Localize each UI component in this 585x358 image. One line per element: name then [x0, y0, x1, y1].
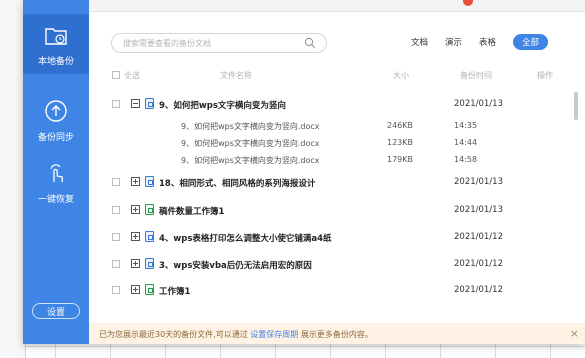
table-row[interactable]: 稿件数量工作簿1 2021/01/13 — [89, 202, 585, 220]
filter-all[interactable]: 全部 — [513, 34, 549, 50]
excel-doc-icon — [145, 284, 154, 295]
group-date: 2021/01/12 — [454, 232, 503, 242]
group-name: 3、wps安装vba后仍无法启用宏的原因 — [159, 261, 312, 271]
sidebar-item-local-backup[interactable]: 本地备份 — [23, 14, 89, 74]
settings-button[interactable]: 设置 — [32, 303, 80, 319]
search-input[interactable]: 搜索需要查看的备份文档 — [111, 33, 327, 53]
file-row[interactable]: 9、如何把wps文字横向变为竖向.docx 123KB 14:44 — [89, 136, 585, 150]
word-doc-icon — [145, 258, 154, 269]
group-name: 4、wps表格打印怎么调整大小使它铺满a4纸 — [159, 234, 332, 244]
group-name: 稿件数量工作簿1 — [159, 207, 225, 217]
group-date: 2021/01/12 — [454, 259, 503, 269]
notice-text: 已为您展示最近30天的备份文件,可以通过 设置保存周期 展示更多备份内容。 — [99, 329, 373, 340]
expand-toggle[interactable] — [131, 232, 140, 241]
sidebar-item-label: 本地备份 — [37, 56, 74, 67]
main-panel: 搜索需要查看的备份文档 文档 演示 表格 全部 全选 文件名称 大小 备份时间 … — [89, 12, 585, 344]
folder-clock-icon — [45, 27, 67, 45]
word-doc-icon — [145, 176, 154, 187]
group-date: 2021/01/13 — [454, 205, 503, 215]
filter-group: 文档 演示 表格 全部 — [411, 34, 549, 50]
row-checkbox[interactable] — [112, 100, 120, 108]
file-time: 14:44 — [454, 138, 478, 147]
group-date: 2021/01/13 — [454, 99, 503, 109]
file-name: 9、如何把wps文字横向变为竖向.docx — [181, 122, 320, 131]
file-size: 246KB — [387, 121, 414, 130]
row-checkbox[interactable] — [112, 260, 120, 268]
close-icon[interactable]: × — [570, 327, 579, 340]
file-time: 14:58 — [454, 155, 478, 164]
header-backup-time: 备份时间 — [460, 71, 492, 80]
group-name: 18、相同形式、相同风格的系列海报设计 — [159, 179, 316, 189]
sidebar-item-one-click-restore[interactable]: 一键恢复 — [23, 152, 89, 212]
word-doc-icon — [145, 98, 154, 109]
hand-tap-icon — [50, 163, 63, 182]
header-action: 操作 — [537, 71, 553, 80]
sidebar-item-label: 备份同步 — [37, 132, 74, 143]
row-checkbox[interactable] — [112, 178, 120, 186]
notice-suffix: 展示更多备份内容。 — [300, 330, 373, 339]
file-time: 14:35 — [454, 121, 478, 130]
table-row[interactable]: 18、相同形式、相同风格的系列海报设计 2021/01/13 — [89, 174, 585, 192]
filter-presentation[interactable]: 演示 — [445, 36, 462, 48]
expand-toggle[interactable] — [131, 205, 140, 214]
filter-document[interactable]: 文档 — [411, 36, 428, 48]
dialog-top-strip — [23, 0, 585, 12]
row-checkbox[interactable] — [112, 233, 120, 241]
table-row[interactable]: 3、wps安装vba后仍无法启用宏的原因 2021/01/12 — [89, 256, 585, 274]
row-checkbox[interactable] — [112, 286, 120, 294]
table-header: 全选 文件名称 大小 备份时间 操作 — [89, 70, 585, 84]
file-name: 9、如何把wps文字横向变为竖向.docx — [181, 139, 320, 148]
header-select-all: 全选 — [124, 71, 140, 80]
group-name: 9、如何把wps文字横向变为竖向 — [159, 101, 286, 111]
file-row[interactable]: 9、如何把wps文字横向变为竖向.docx 179KB 14:58 — [89, 153, 585, 167]
search-icon[interactable] — [304, 37, 316, 49]
sidebar-item-label: 一键恢复 — [37, 194, 74, 205]
sidebar: 本地备份 备份同步 一键恢复 设置 — [23, 0, 89, 344]
table-row[interactable]: 4、wps表格打印怎么调整大小使它铺满a4纸 2021/01/12 — [89, 229, 585, 247]
table-row[interactable]: 9、如何把wps文字横向变为竖向 2021/01/13 — [89, 96, 585, 114]
expand-toggle[interactable] — [131, 259, 140, 268]
sidebar-item-backup-sync[interactable]: 备份同步 — [23, 90, 89, 150]
file-size: 123KB — [387, 138, 414, 147]
set-retention-link[interactable]: 设置保存周期 — [250, 330, 298, 339]
table-row[interactable]: 工作簿1 2021/01/12 — [89, 282, 585, 300]
file-row[interactable]: 9、如何把wps文字横向变为竖向.docx 246KB 14:35 — [89, 119, 585, 133]
word-doc-icon — [145, 231, 154, 242]
header-size: 大小 — [393, 71, 409, 80]
filter-spreadsheet[interactable]: 表格 — [479, 36, 496, 48]
notification-badge — [463, 0, 473, 6]
file-name: 9、如何把wps文字横向变为竖向.docx — [181, 156, 320, 165]
cloud-upload-icon — [45, 99, 67, 122]
scrollbar-thumb[interactable] — [574, 92, 578, 120]
notice-prefix: 已为您展示最近30天的备份文件,可以通过 — [99, 330, 248, 339]
group-date: 2021/01/12 — [454, 285, 503, 295]
group-date: 2021/01/13 — [454, 177, 503, 187]
header-file-name: 文件名称 — [220, 71, 252, 80]
notice-bar: 已为您展示最近30天的备份文件,可以通过 设置保存周期 展示更多备份内容。 × — [89, 323, 585, 344]
collapse-toggle[interactable] — [131, 99, 140, 108]
group-name: 工作簿1 — [159, 287, 191, 297]
select-all-checkbox[interactable] — [112, 71, 120, 79]
row-checkbox[interactable] — [112, 206, 120, 214]
excel-doc-icon — [145, 204, 154, 215]
search-placeholder: 搜索需要查看的备份文档 — [123, 39, 211, 48]
backup-dialog: 本地备份 备份同步 一键恢复 设置 搜索需要查看的备份文档 文档 演示 表格 全… — [23, 0, 585, 344]
expand-toggle[interactable] — [131, 285, 140, 294]
expand-toggle[interactable] — [131, 177, 140, 186]
file-size: 179KB — [387, 155, 414, 164]
